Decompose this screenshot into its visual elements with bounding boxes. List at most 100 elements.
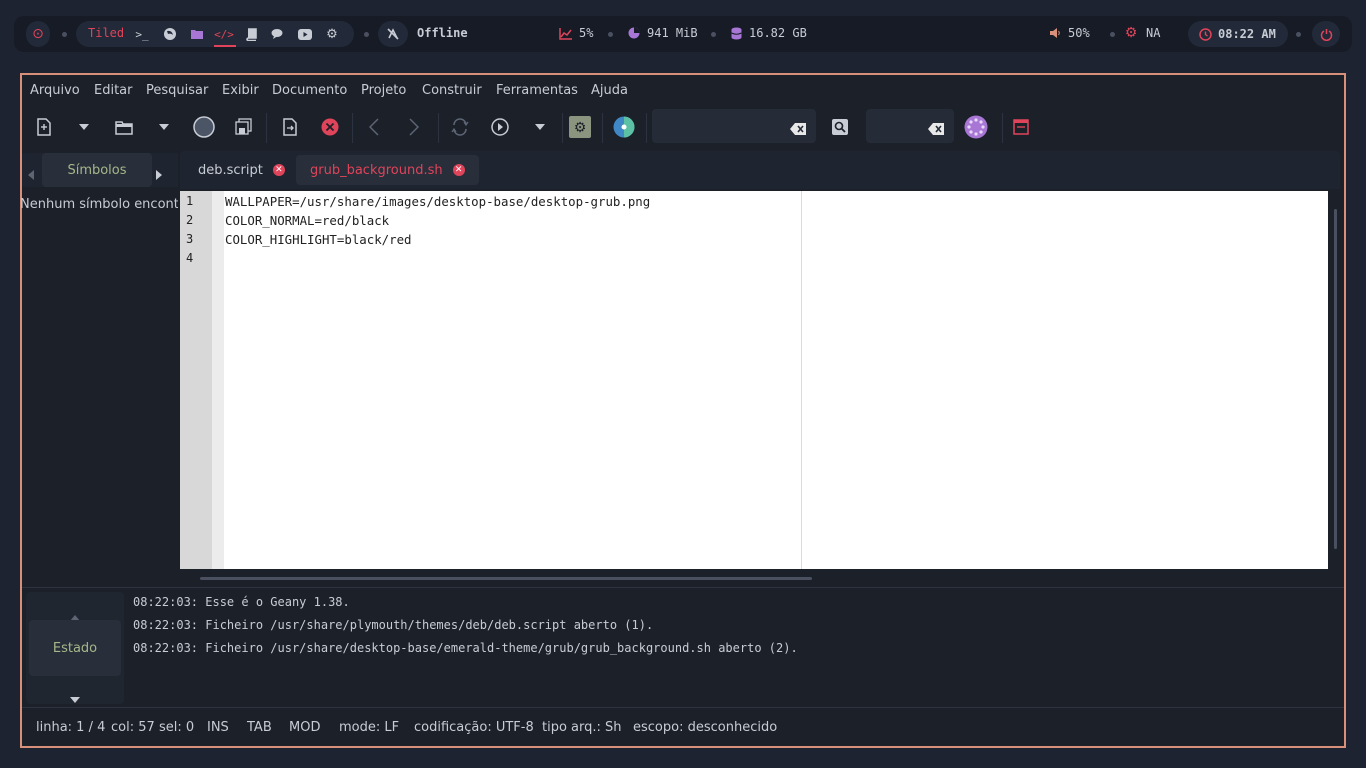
terminal-icon[interactable]: >_ — [134, 26, 150, 42]
menu-exibir[interactable]: Exibir — [222, 83, 259, 98]
menu-bar: Arquivo Editar Pesquisar Exibir Document… — [22, 75, 1344, 105]
search-field[interactable] — [652, 109, 816, 143]
separator-dot — [711, 32, 716, 37]
new-dropdown-icon[interactable] — [72, 115, 96, 139]
status-mode: mode: LF — [339, 720, 400, 735]
network-off-icon[interactable] — [385, 26, 401, 42]
tab-grub-background[interactable]: grub_background.sh ✕ — [296, 155, 479, 185]
toolbar-separator — [602, 113, 603, 143]
horizontal-scrollbar[interactable] — [200, 577, 812, 580]
menu-pesquisar[interactable]: Pesquisar — [146, 83, 208, 98]
main-toolbar: ⚙ — [22, 107, 1344, 147]
network-pill[interactable] — [378, 21, 408, 47]
status-message: 08:22:03: Esse é o Geany 1.38. — [133, 595, 350, 609]
power-pill[interactable] — [1312, 21, 1340, 47]
sidebar: Símbolos Nenhum símbolo encontrado — [20, 149, 178, 585]
tab-simbolos[interactable]: Símbolos — [42, 153, 152, 187]
close-file-icon[interactable] — [318, 115, 342, 139]
open-dropdown-icon[interactable] — [152, 115, 176, 139]
no-symbols-message: Nenhum símbolo encontrado — [20, 197, 178, 212]
status-ins: INS — [207, 720, 229, 735]
status-message: 08:22:03: Ficheiro /usr/share/plymouth/t… — [133, 618, 654, 632]
geany-window: Arquivo Editar Pesquisar Exibir Document… — [20, 73, 1346, 748]
menu-ferramentas[interactable]: Ferramentas — [496, 83, 578, 98]
new-file-icon[interactable] — [32, 115, 56, 139]
tab-label: grub_background.sh — [310, 162, 443, 178]
memory-value: 941 MiB — [647, 26, 698, 40]
tab-deb-script[interactable]: deb.script ✕ — [184, 155, 299, 185]
separator-dot — [62, 32, 67, 37]
close-tab-icon[interactable]: ✕ — [452, 164, 465, 176]
sidebar-next-icon[interactable] — [156, 165, 162, 184]
toolbar-separator — [646, 113, 647, 143]
vertical-scrollbar[interactable] — [1334, 209, 1337, 549]
run-icon[interactable] — [488, 115, 512, 139]
message-tabs: Estado — [26, 592, 124, 704]
debian-logo-icon[interactable]: ⊙ — [30, 26, 46, 42]
separator-dot — [1296, 32, 1301, 37]
cpu-chart-icon — [558, 25, 574, 41]
quit-icon[interactable] — [1009, 115, 1033, 139]
tab-simbolos-label: Símbolos — [67, 162, 127, 178]
message-tabs-down-icon[interactable] — [70, 688, 80, 707]
menu-editar[interactable]: Editar — [94, 83, 133, 98]
code-editor[interactable]: 1 2 3 4 WALLPAPER=/usr/share/images/desk… — [180, 191, 1328, 569]
status-line: linha: 1 / 4 — [36, 720, 106, 735]
color-circle-icon[interactable] — [192, 115, 216, 139]
code-icon[interactable]: </> — [214, 26, 234, 42]
status-encoding: codificação: UTF-8 — [414, 720, 534, 735]
volume-icon[interactable] — [1047, 25, 1063, 41]
volume-value: 50% — [1068, 26, 1090, 40]
firefox-icon[interactable] — [162, 26, 178, 42]
color-chooser-icon[interactable] — [612, 115, 636, 139]
clock-time: 08:22 AM — [1218, 27, 1276, 41]
temp-gear-icon: ⚙ — [1124, 25, 1138, 41]
menu-ajuda[interactable]: Ajuda — [591, 83, 628, 98]
youtube-icon[interactable] — [297, 26, 313, 42]
settings-icon[interactable]: ⚙ — [324, 26, 340, 42]
open-folder-icon[interactable] — [112, 115, 136, 139]
build-settings-icon[interactable]: ⚙ — [568, 115, 592, 139]
clock-icon — [1197, 26, 1213, 42]
code-line[interactable]: COLOR_NORMAL=red/black — [225, 213, 389, 228]
layout-label[interactable]: Tiled — [88, 26, 124, 40]
line-number: 3 — [186, 232, 194, 246]
book-icon[interactable] — [243, 26, 259, 42]
tab-estado[interactable]: Estado — [29, 620, 121, 676]
goto-line-field[interactable] — [866, 109, 954, 143]
cpu-value: 5% — [579, 26, 594, 40]
menu-arquivo[interactable]: Arquivo — [30, 83, 80, 98]
revert-icon[interactable] — [278, 115, 302, 139]
separator-dot — [1110, 32, 1115, 37]
back-icon[interactable] — [362, 115, 386, 139]
clock-pill[interactable]: 08:22 AM — [1188, 21, 1288, 47]
close-tab-icon[interactable]: ✕ — [272, 164, 285, 176]
code-line[interactable]: COLOR_HIGHLIGHT=black/red — [225, 232, 412, 247]
memory-pie-icon — [626, 25, 642, 41]
clear-search-icon[interactable] — [790, 120, 806, 139]
run-dropdown-icon[interactable] — [528, 115, 552, 139]
menu-projeto[interactable]: Projeto — [361, 83, 406, 98]
menu-construir[interactable]: Construir — [422, 83, 482, 98]
document-tabs: deb.script ✕ grub_background.sh ✕ — [180, 151, 1340, 189]
toolbar-separator — [266, 113, 267, 143]
chat-icon[interactable] — [270, 26, 286, 42]
forward-icon[interactable] — [402, 115, 426, 139]
toolbar-separator — [352, 113, 353, 143]
sidebar-prev-icon[interactable] — [28, 165, 34, 184]
clear-goto-icon[interactable] — [928, 120, 944, 139]
menu-documento[interactable]: Documento — [272, 83, 347, 98]
status-sel: sel: 0 — [159, 720, 195, 735]
search-icon[interactable] — [828, 115, 852, 139]
status-bar: linha: 1 / 4 col: 57 sel: 0 INS TAB MOD … — [22, 707, 1344, 745]
workspace-pill: Tiled >_ </> ⚙ — [76, 21, 354, 47]
goto-line-icon[interactable] — [964, 115, 988, 139]
reload-icon[interactable] — [448, 115, 472, 139]
fold-margin — [212, 191, 224, 569]
launcher-pill[interactable]: ⊙ — [26, 21, 50, 47]
folder-icon[interactable] — [189, 26, 205, 42]
power-icon[interactable] — [1318, 26, 1334, 42]
sidebar-tabs: Símbolos — [22, 153, 178, 187]
code-line[interactable]: WALLPAPER=/usr/share/images/desktop-base… — [225, 194, 650, 209]
save-all-icon[interactable] — [232, 115, 256, 139]
